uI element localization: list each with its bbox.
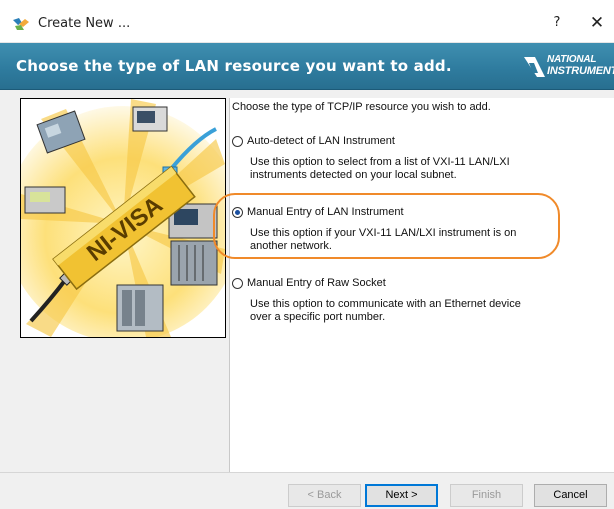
help-button[interactable]: ?: [540, 10, 574, 36]
instrument-scope-top: [132, 106, 168, 132]
option-raw-socket-desc-line2: over a specific port number.: [250, 311, 386, 323]
intro-text: Choose the type of TCP/IP resource you w…: [232, 101, 491, 113]
option-auto-detect-desc-line1: Use this option to select from a list of…: [250, 156, 510, 168]
illustration-graphic: NI-VISA: [21, 99, 225, 337]
logo-line-instruments: INSTRUMENTS: [547, 65, 614, 77]
option-auto-detect[interactable]: Auto-detect of LAN Instrument: [232, 133, 395, 149]
instrument-pxi-bottom: [116, 284, 164, 332]
ni-eagle-icon: [524, 57, 545, 77]
option-raw-socket-label[interactable]: Manual Entry of Raw Socket: [247, 277, 386, 289]
option-raw-socket[interactable]: Manual Entry of Raw Socket: [232, 275, 386, 291]
option-auto-detect-label[interactable]: Auto-detect of LAN Instrument: [247, 135, 395, 147]
national-instruments-logo: NATIONAL INSTRUMENTS: [523, 51, 614, 83]
option-raw-socket-desc-line1: Use this option to communicate with an E…: [250, 298, 521, 310]
back-button[interactable]: < Back: [288, 484, 361, 507]
option-manual-lan-label[interactable]: Manual Entry of LAN Instrument: [247, 206, 404, 218]
cancel-button[interactable]: Cancel: [534, 484, 607, 507]
content-area: NI-VISA Choose the type of TCP/IP resour…: [0, 90, 614, 472]
create-new-dialog: Create New ... ? ✕ Choose the type of LA…: [0, 0, 614, 509]
title-bar: Create New ... ? ✕: [0, 6, 614, 43]
finish-button[interactable]: Finish: [450, 484, 523, 507]
next-button[interactable]: Next >: [365, 484, 438, 507]
close-button[interactable]: ✕: [580, 10, 614, 36]
option-manual-lan-desc-line1: Use this option if your VXI-11 LAN/LXI i…: [250, 227, 517, 239]
ni-visa-illustration: NI-VISA: [20, 98, 226, 338]
radio-manual-lan[interactable]: [232, 206, 243, 218]
logo-line-national: NATIONAL: [547, 54, 597, 65]
option-manual-lan-desc-line2: another network.: [250, 240, 332, 252]
ni-app-icon: [13, 18, 29, 30]
instrument-chassis-right: [170, 240, 218, 286]
radio-raw-socket[interactable]: [232, 277, 243, 289]
wizard-footer: < Back Next > Finish Cancel: [0, 472, 614, 509]
option-auto-detect-desc-line2: instruments detected on your local subne…: [250, 169, 457, 181]
option-raw-socket-description: Use this option to communicate with an E…: [250, 298, 590, 324]
option-manual-lan-description: Use this option if your VXI-11 LAN/LXI i…: [250, 227, 590, 253]
header-banner: Choose the type of LAN resource you want…: [0, 43, 614, 90]
instrument-meter-left: [24, 186, 66, 214]
banner-heading: Choose the type of LAN resource you want…: [16, 57, 452, 75]
option-manual-lan[interactable]: Manual Entry of LAN Instrument: [232, 204, 404, 220]
options-panel: Choose the type of TCP/IP resource you w…: [229, 98, 614, 472]
option-auto-detect-description: Use this option to select from a list of…: [250, 156, 590, 182]
window-title: Create New ...: [38, 16, 131, 31]
radio-auto-detect[interactable]: [232, 135, 243, 147]
